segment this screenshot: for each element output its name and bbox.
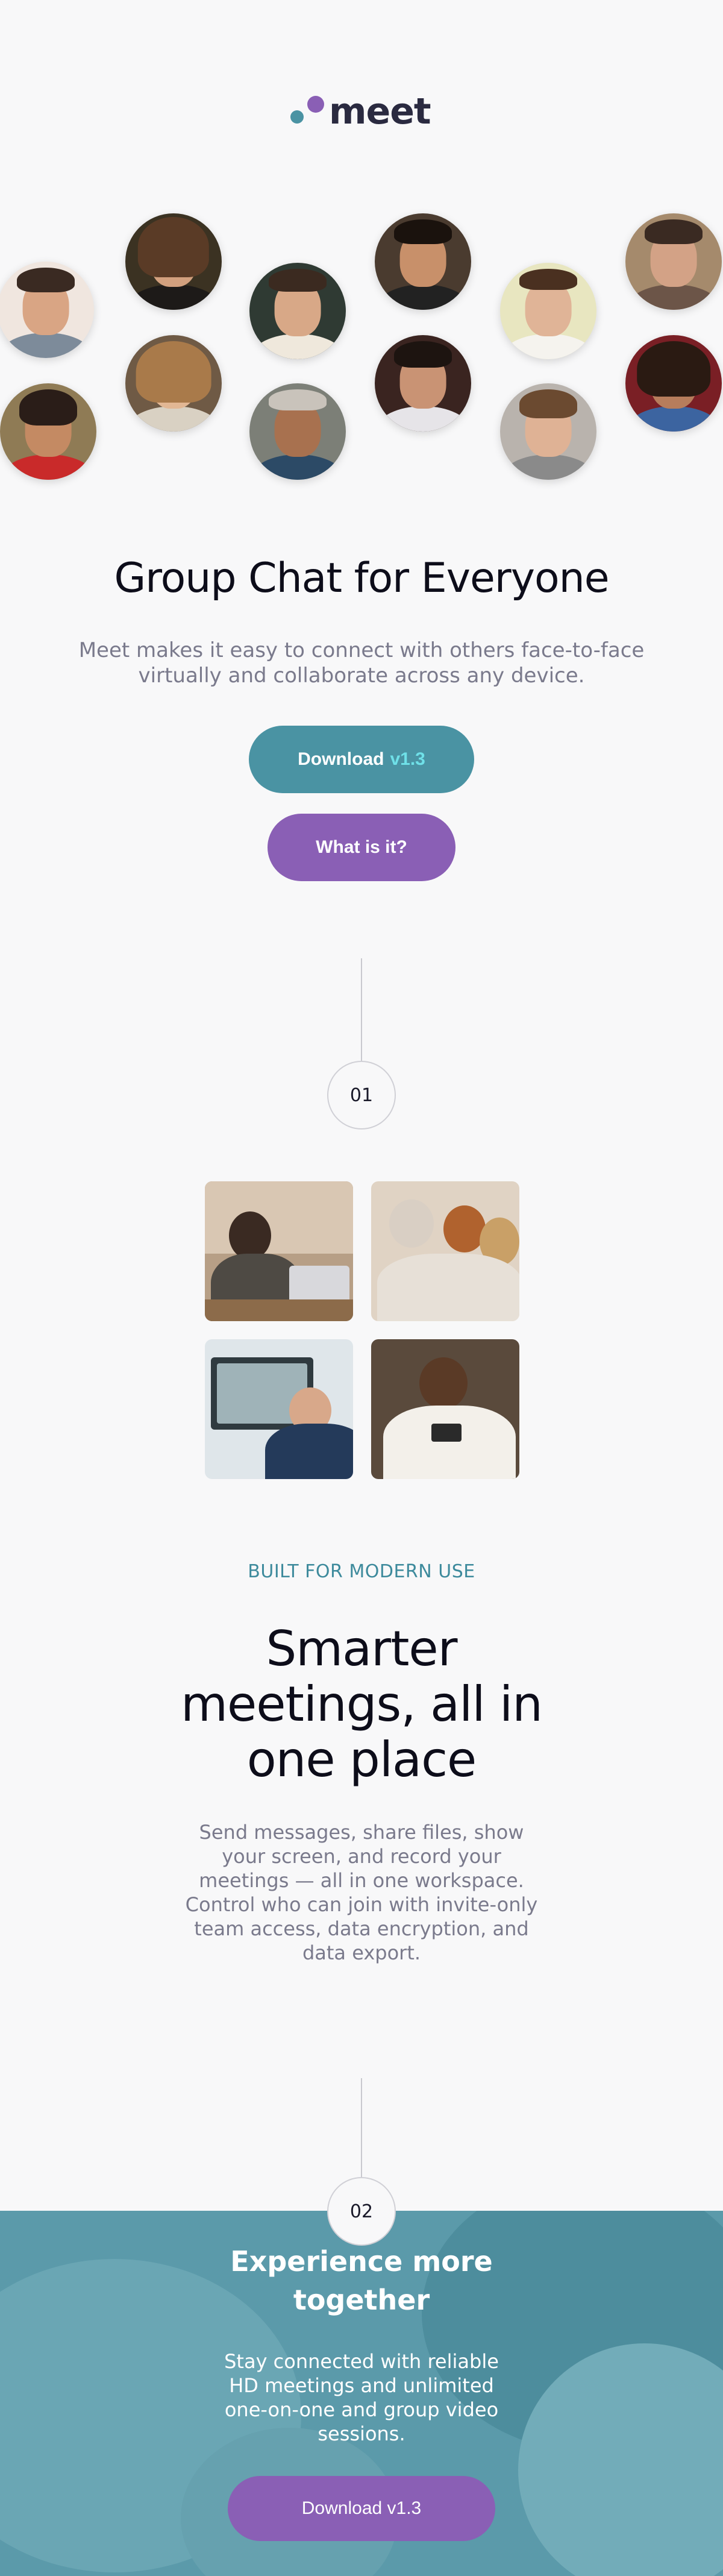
cta-body: Stay connected with reliable HD meetings… bbox=[224, 2350, 499, 2445]
hero-title: Group Chat for Everyone bbox=[114, 554, 609, 602]
feature-photo-3 bbox=[205, 1339, 353, 1479]
step-connector-line bbox=[361, 2078, 362, 2181]
step-connector-line bbox=[361, 958, 362, 1061]
avatar bbox=[125, 335, 222, 432]
feature-photo-2 bbox=[371, 1181, 519, 1321]
logo-text: meet bbox=[329, 90, 431, 133]
section-title: Smarter meetings, all in one place bbox=[181, 1621, 543, 1788]
section-eyebrow: BUILT FOR MODERN USE bbox=[248, 1561, 475, 1582]
avatar bbox=[0, 383, 96, 480]
avatar bbox=[0, 262, 94, 358]
avatar bbox=[375, 335, 471, 432]
cta-download-button[interactable]: Download v1.3 bbox=[228, 2476, 495, 2541]
logo[interactable]: meet bbox=[290, 90, 431, 133]
hero-subtitle: Meet makes it easy to connect with other… bbox=[78, 638, 645, 688]
avatar bbox=[500, 383, 596, 480]
avatar bbox=[500, 263, 596, 359]
logo-mark-icon bbox=[290, 92, 327, 131]
avatar bbox=[249, 263, 346, 359]
feature-photo-1 bbox=[205, 1181, 353, 1321]
avatar bbox=[625, 335, 722, 432]
download-version: v1.3 bbox=[390, 749, 425, 769]
feature-photo-4 bbox=[371, 1339, 519, 1479]
step-number-1: 01 bbox=[327, 1061, 396, 1129]
avatar bbox=[625, 213, 722, 310]
section-body: Send messages, share files, show your sc… bbox=[185, 1821, 538, 1964]
avatar bbox=[249, 383, 346, 480]
download-button[interactable]: Download v1.3 bbox=[249, 726, 474, 793]
step-number-2: 02 bbox=[327, 2177, 396, 2246]
avatar bbox=[375, 213, 471, 310]
what-is-it-button[interactable]: What is it? bbox=[268, 814, 455, 881]
download-button-label: Download bbox=[298, 749, 384, 769]
avatar bbox=[125, 213, 222, 310]
cta-title: Experience more together bbox=[230, 2245, 493, 2316]
